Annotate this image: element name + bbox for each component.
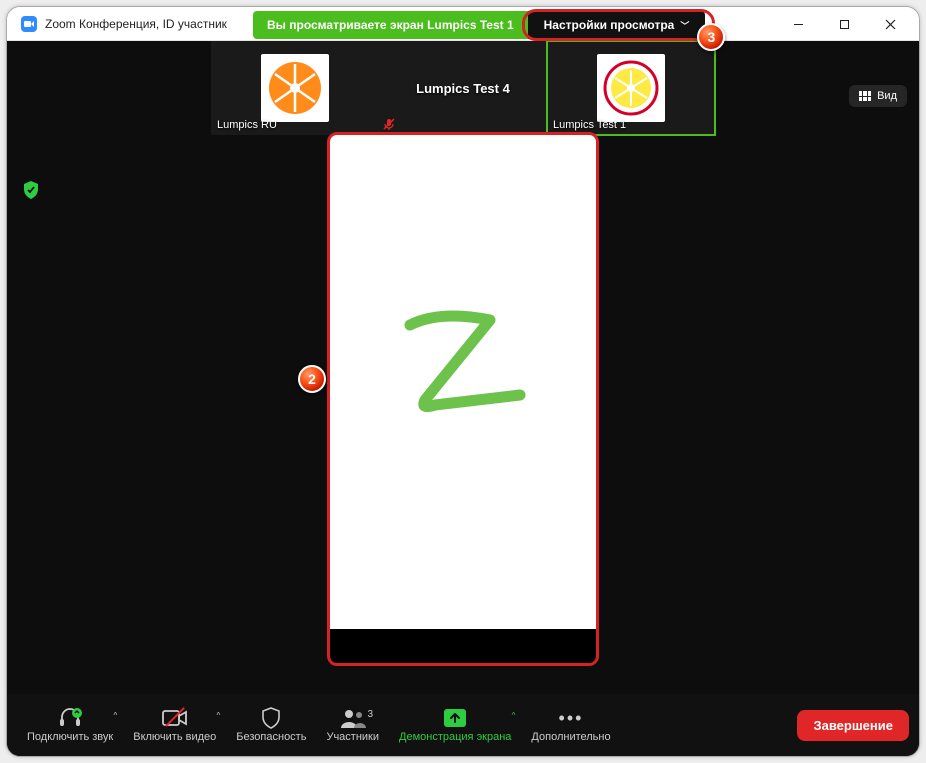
meeting-toolbar: ^ Подключить звук ^ Включить видео Безоп: [7, 694, 919, 756]
toolbar-label: Включить видео: [133, 731, 216, 743]
participant-name: Lumpics Test 4: [416, 81, 510, 96]
meeting-stage: Lumpics RU Lumpics Test 4 Lumpics T: [7, 41, 919, 756]
participant-tile[interactable]: Lumpics Test 4: [379, 41, 547, 135]
lemon-fruit-icon: [603, 60, 659, 116]
toolbar-label: Подключить звук: [27, 731, 113, 743]
chevron-down-icon: ﹀: [680, 19, 689, 32]
start-video-button[interactable]: ^ Включить видео: [123, 707, 226, 743]
more-button[interactable]: ••• Дополнительно: [521, 707, 620, 743]
toolbar-label: Дополнительно: [531, 731, 610, 743]
participants-count: 3: [367, 709, 373, 720]
participant-gallery: Lumpics RU Lumpics Test 4 Lumpics T: [7, 41, 919, 135]
view-button-label: Вид: [877, 90, 897, 102]
security-button[interactable]: Безопасность: [226, 707, 316, 743]
screen-share-banner: Вы просматриваете экран Lumpics Test 1 Н…: [253, 11, 705, 39]
participant-tile[interactable]: Lumpics RU: [211, 41, 379, 135]
shared-phone-frame: [330, 135, 596, 663]
annotation-badge-2: 2: [298, 365, 326, 393]
participant-name: Lumpics Test 1: [553, 119, 626, 131]
zoom-logo-icon: [21, 16, 37, 32]
shared-phone-screen[interactable]: [330, 135, 596, 629]
orange-fruit-icon: [267, 60, 323, 116]
toolbar-label: Безопасность: [236, 731, 306, 743]
drawn-letter-z: [380, 305, 540, 445]
chevron-up-icon: ^: [113, 711, 117, 720]
participant-tile-active[interactable]: Lumpics Test 1: [547, 41, 715, 135]
participant-name: Lumpics RU: [217, 119, 277, 131]
share-screen-button[interactable]: ^ Демонстрация экрана: [389, 707, 521, 743]
encryption-shield-icon[interactable]: [23, 181, 39, 202]
participants-icon: [339, 707, 367, 729]
join-audio-button[interactable]: ^ Подключить звук: [17, 707, 123, 743]
shield-icon: [261, 707, 281, 729]
view-options-button[interactable]: Настройки просмотра ﹀: [528, 11, 706, 39]
maximize-button[interactable]: [821, 9, 867, 39]
app-window: Zoom Конференция, ID участник Вы просмат…: [6, 6, 920, 757]
window-controls: [775, 7, 913, 41]
headphones-icon: [58, 707, 82, 729]
window-title: Zoom Конференция, ID участник: [45, 17, 227, 31]
avatar: [597, 54, 665, 122]
end-button-label: Завершение: [813, 718, 893, 733]
share-screen-icon: [443, 707, 467, 729]
minimize-button[interactable]: [775, 9, 821, 39]
participants-button[interactable]: 3 Участники: [316, 707, 389, 743]
muted-mic-icon: [383, 118, 395, 133]
view-options-label: Настройки просмотра: [544, 18, 675, 32]
chevron-up-icon: ^: [512, 711, 516, 720]
view-options-wrap: Настройки просмотра ﹀ 3: [528, 11, 706, 39]
video-off-icon: [162, 707, 188, 729]
toolbar-label: Демонстрация экрана: [399, 731, 511, 743]
shared-screen-area: 2: [330, 135, 596, 663]
view-mode-button[interactable]: Вид: [849, 85, 907, 107]
avatar: [261, 54, 329, 122]
end-meeting-button[interactable]: Завершение: [797, 710, 909, 741]
grid-icon: [859, 91, 871, 101]
toolbar-label: Участники: [326, 731, 379, 743]
close-button[interactable]: [867, 9, 913, 39]
chevron-up-icon: ^: [217, 711, 221, 720]
share-banner-message: Вы просматриваете экран Lumpics Test 1: [253, 11, 528, 39]
more-dots-icon: •••: [559, 707, 584, 729]
